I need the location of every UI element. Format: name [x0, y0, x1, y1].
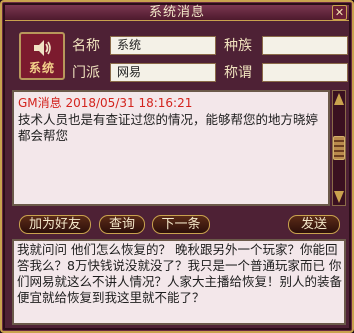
name-label: 名称: [72, 38, 100, 54]
add-friend-button[interactable]: 加为好友: [19, 215, 91, 234]
input-text[interactable]: 我就问问 他们怎么恢复的？ 晚秋跟另外一个玩家？你能回答我么？8万快钱说没就没了…: [17, 242, 343, 306]
avatar-label: 系统: [28, 61, 55, 75]
message-body: 技术人员也是有查证过您的情况，能够帮您的地方晓婷都会帮您: [18, 112, 319, 143]
next-button[interactable]: 下一条: [152, 215, 210, 234]
sect-label: 门派: [72, 65, 100, 81]
sender-avatar: 系统: [19, 32, 65, 80]
name-field: 系统: [110, 36, 216, 55]
message-header: GM消息 2018/05/31 18:16:21: [18, 96, 193, 110]
system-message-window: 系统消息 ✕ 系统 名称 系统 种族 门派 网易 称谓 GM消息 2018/05…: [0, 0, 354, 333]
message-input[interactable]: 我就问问 他们怎么恢复的？ 晚秋跟另外一个玩家？你能回答我么？8万快钱说没就没了…: [12, 239, 346, 325]
race-field: [262, 36, 348, 55]
message-display: GM消息 2018/05/31 18:16:21 技术人员也是有查证过您的情况，…: [12, 90, 330, 206]
scroll-down-icon[interactable]: [334, 191, 344, 203]
sect-field: 网易: [110, 63, 216, 82]
speaker-icon: [34, 40, 51, 56]
window-title: 系统消息: [148, 5, 205, 20]
title-bar[interactable]: 系统消息 ✕: [5, 5, 349, 21]
scroll-up-icon[interactable]: [334, 93, 344, 105]
message-scrollbar[interactable]: [332, 90, 346, 206]
title-label: 称谓: [224, 65, 252, 81]
query-button[interactable]: 查询: [99, 215, 145, 234]
scroll-thumb[interactable]: [333, 136, 345, 160]
send-button[interactable]: 发送: [288, 215, 340, 234]
title-field: [262, 63, 348, 82]
close-button[interactable]: ✕: [332, 5, 347, 20]
race-label: 种族: [224, 38, 252, 54]
